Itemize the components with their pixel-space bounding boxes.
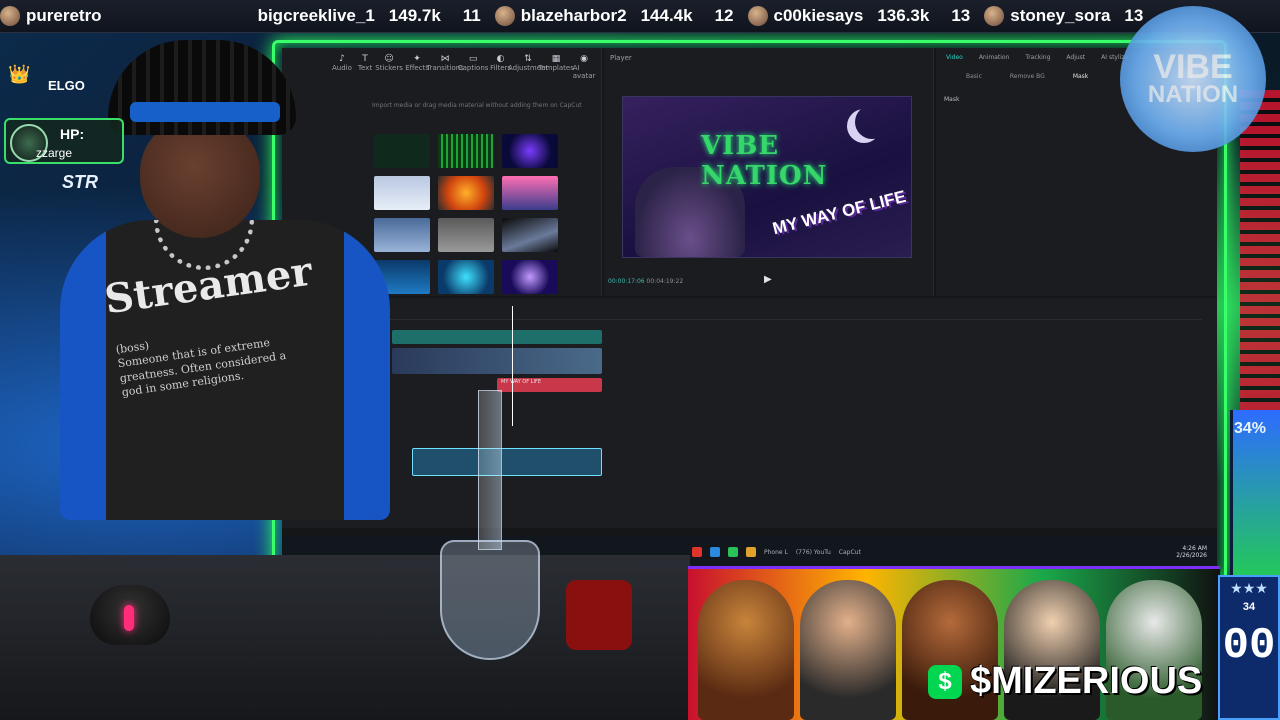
bong-neck — [478, 390, 502, 550]
goal-percent: 34% — [1234, 420, 1267, 437]
counter-big: 00 — [1222, 621, 1276, 671]
total-time: 00:04:19:22 — [646, 278, 684, 285]
preview-title: VIBE NATION — [701, 131, 828, 191]
user-avatar — [494, 6, 515, 26]
clock-date: 2/26/2026 — [1176, 552, 1207, 559]
red-speaker — [566, 580, 632, 650]
ticker-username: bigcreeklive_1 — [257, 6, 375, 25]
tab-adjust[interactable]: Adjust — [1066, 54, 1085, 61]
player-timecode: 00:00:17:06 00:04:19:22 — [608, 278, 683, 285]
crown-icon: 👑 — [8, 64, 31, 85]
hp-username: zzarge — [36, 146, 73, 160]
media-thumbnail[interactable] — [502, 260, 558, 294]
app-icon[interactable] — [728, 547, 738, 557]
ticker-username: pureretro — [26, 6, 102, 25]
templates-icon: ▦ — [551, 54, 561, 64]
toolbar-label: Templates — [538, 64, 574, 72]
tab-tracking[interactable]: Tracking — [1025, 54, 1050, 61]
counter-small: 34 — [1242, 601, 1256, 613]
cast-member-1 — [698, 580, 794, 720]
str-badge: STR — [62, 172, 98, 192]
counter-widget: ★★★ 34 00 — [1218, 575, 1280, 720]
media-thumbnail[interactable] — [502, 176, 558, 210]
ticker-score: 149.7k — [388, 6, 441, 25]
toolbar-label: Captions — [457, 64, 489, 72]
leaderboard-ticker: pureretro bigcreeklive_1 149.7k 11 blaze… — [0, 0, 1280, 33]
ticker-entry: 13 stoney_sora 13 — [951, 6, 1143, 26]
logo-line-2: NATION — [1147, 80, 1239, 108]
ticker-entry: 12 c00kiesays 136.3k — [714, 6, 930, 26]
cashapp-icon: $ — [928, 664, 962, 699]
subtab-basic[interactable]: Basic — [966, 73, 982, 80]
toolbar-ai-avatar[interactable]: ◉ AI avatar — [572, 54, 596, 80]
toolbar-label: AI avatar — [572, 64, 596, 80]
ticker-username: c00kiesays — [773, 6, 864, 25]
subtab-mask[interactable]: Mask — [1073, 73, 1088, 80]
chat-username: ELGO — [48, 78, 85, 93]
user-avatar — [0, 6, 20, 26]
ticker-rank: 11 — [462, 6, 481, 25]
text-clip-label: MY WAY OF LIFE — [501, 379, 541, 385]
player-panel: Player VIBE NATION MY WAY OF LIFE 00:00:… — [604, 48, 934, 296]
ticker-entry: 11 blazeharbor2 144.4k — [463, 6, 693, 26]
subtab-remove-bg[interactable]: Remove BG — [1010, 73, 1045, 80]
ticker-username: stoney_sora — [1010, 6, 1111, 25]
app-icon[interactable] — [710, 547, 720, 557]
cashapp-tag: $ $MIZERIOUS — [928, 660, 1202, 703]
taskbar-phone-link[interactable]: Phone L — [764, 549, 788, 556]
app-icon[interactable] — [746, 547, 756, 557]
mouse-led — [124, 605, 134, 631]
timeline-ruler — [382, 310, 1202, 320]
media-thumbnail[interactable] — [502, 218, 558, 252]
media-thumbnail[interactable] — [502, 134, 558, 168]
filters-icon: ◐ — [496, 54, 505, 64]
play-button[interactable]: ▶ — [764, 274, 772, 285]
ticker-rank: 13 — [951, 6, 971, 25]
cast-member-2 — [800, 580, 896, 720]
hp-widget: HP: zzarge — [4, 118, 124, 164]
ticker-rank: 12 — [714, 6, 734, 25]
toolbar-templates[interactable]: ▦ Templates — [538, 54, 574, 80]
decorative-strip — [1240, 90, 1280, 410]
tab-animation[interactable]: Animation — [979, 54, 1010, 61]
taskbar-youtube[interactable]: (776) YouTu — [796, 549, 831, 556]
captions-icon: ▭ — [468, 54, 478, 64]
user-avatar — [984, 6, 1005, 26]
preview-subtitle: MY WAY OF LIFE — [770, 186, 908, 239]
star-rating-icon: ★★★ — [1230, 581, 1268, 597]
glass-bong — [440, 390, 540, 670]
bong-base — [440, 540, 540, 660]
chrome-icon[interactable] — [692, 547, 702, 557]
adjustment-icon: ⇅ — [524, 54, 532, 64]
vibe-nation-logo: VIBE NATION — [1120, 6, 1266, 152]
ticker-entry: bigcreeklive_1 149.7k — [258, 6, 441, 26]
tab-video[interactable]: Video — [946, 54, 963, 61]
user-avatar — [747, 6, 768, 26]
clock-time: 4:26 AM — [1182, 545, 1207, 552]
logo-line-1: VIBE — [1153, 48, 1233, 87]
system-clock: 4:26 AM 2/26/2026 — [1176, 545, 1207, 559]
player-label: Player — [610, 54, 632, 62]
ticker-score: 13 — [1124, 6, 1144, 25]
toolbar-captions[interactable]: ▭ Captions — [458, 54, 489, 80]
current-time: 00:00:17:06 — [608, 278, 645, 285]
ai-avatar-icon: ◉ — [580, 54, 588, 64]
ticker-score: 136.3k — [877, 6, 930, 25]
cashtag-text: $MIZERIOUS — [970, 660, 1203, 702]
headband — [130, 102, 280, 122]
ticker-entry: pureretro — [0, 6, 116, 26]
ticker-username: blazeharbor2 — [520, 6, 627, 25]
ticker-score: 144.4k — [640, 6, 693, 25]
hp-label: HP: — [60, 126, 85, 142]
video-preview[interactable]: VIBE NATION MY WAY OF LIFE — [622, 96, 912, 258]
taskbar-capcut[interactable]: CapCut — [839, 549, 861, 556]
toolbar-adjustment[interactable]: ⇅ Adjustment — [508, 54, 548, 80]
